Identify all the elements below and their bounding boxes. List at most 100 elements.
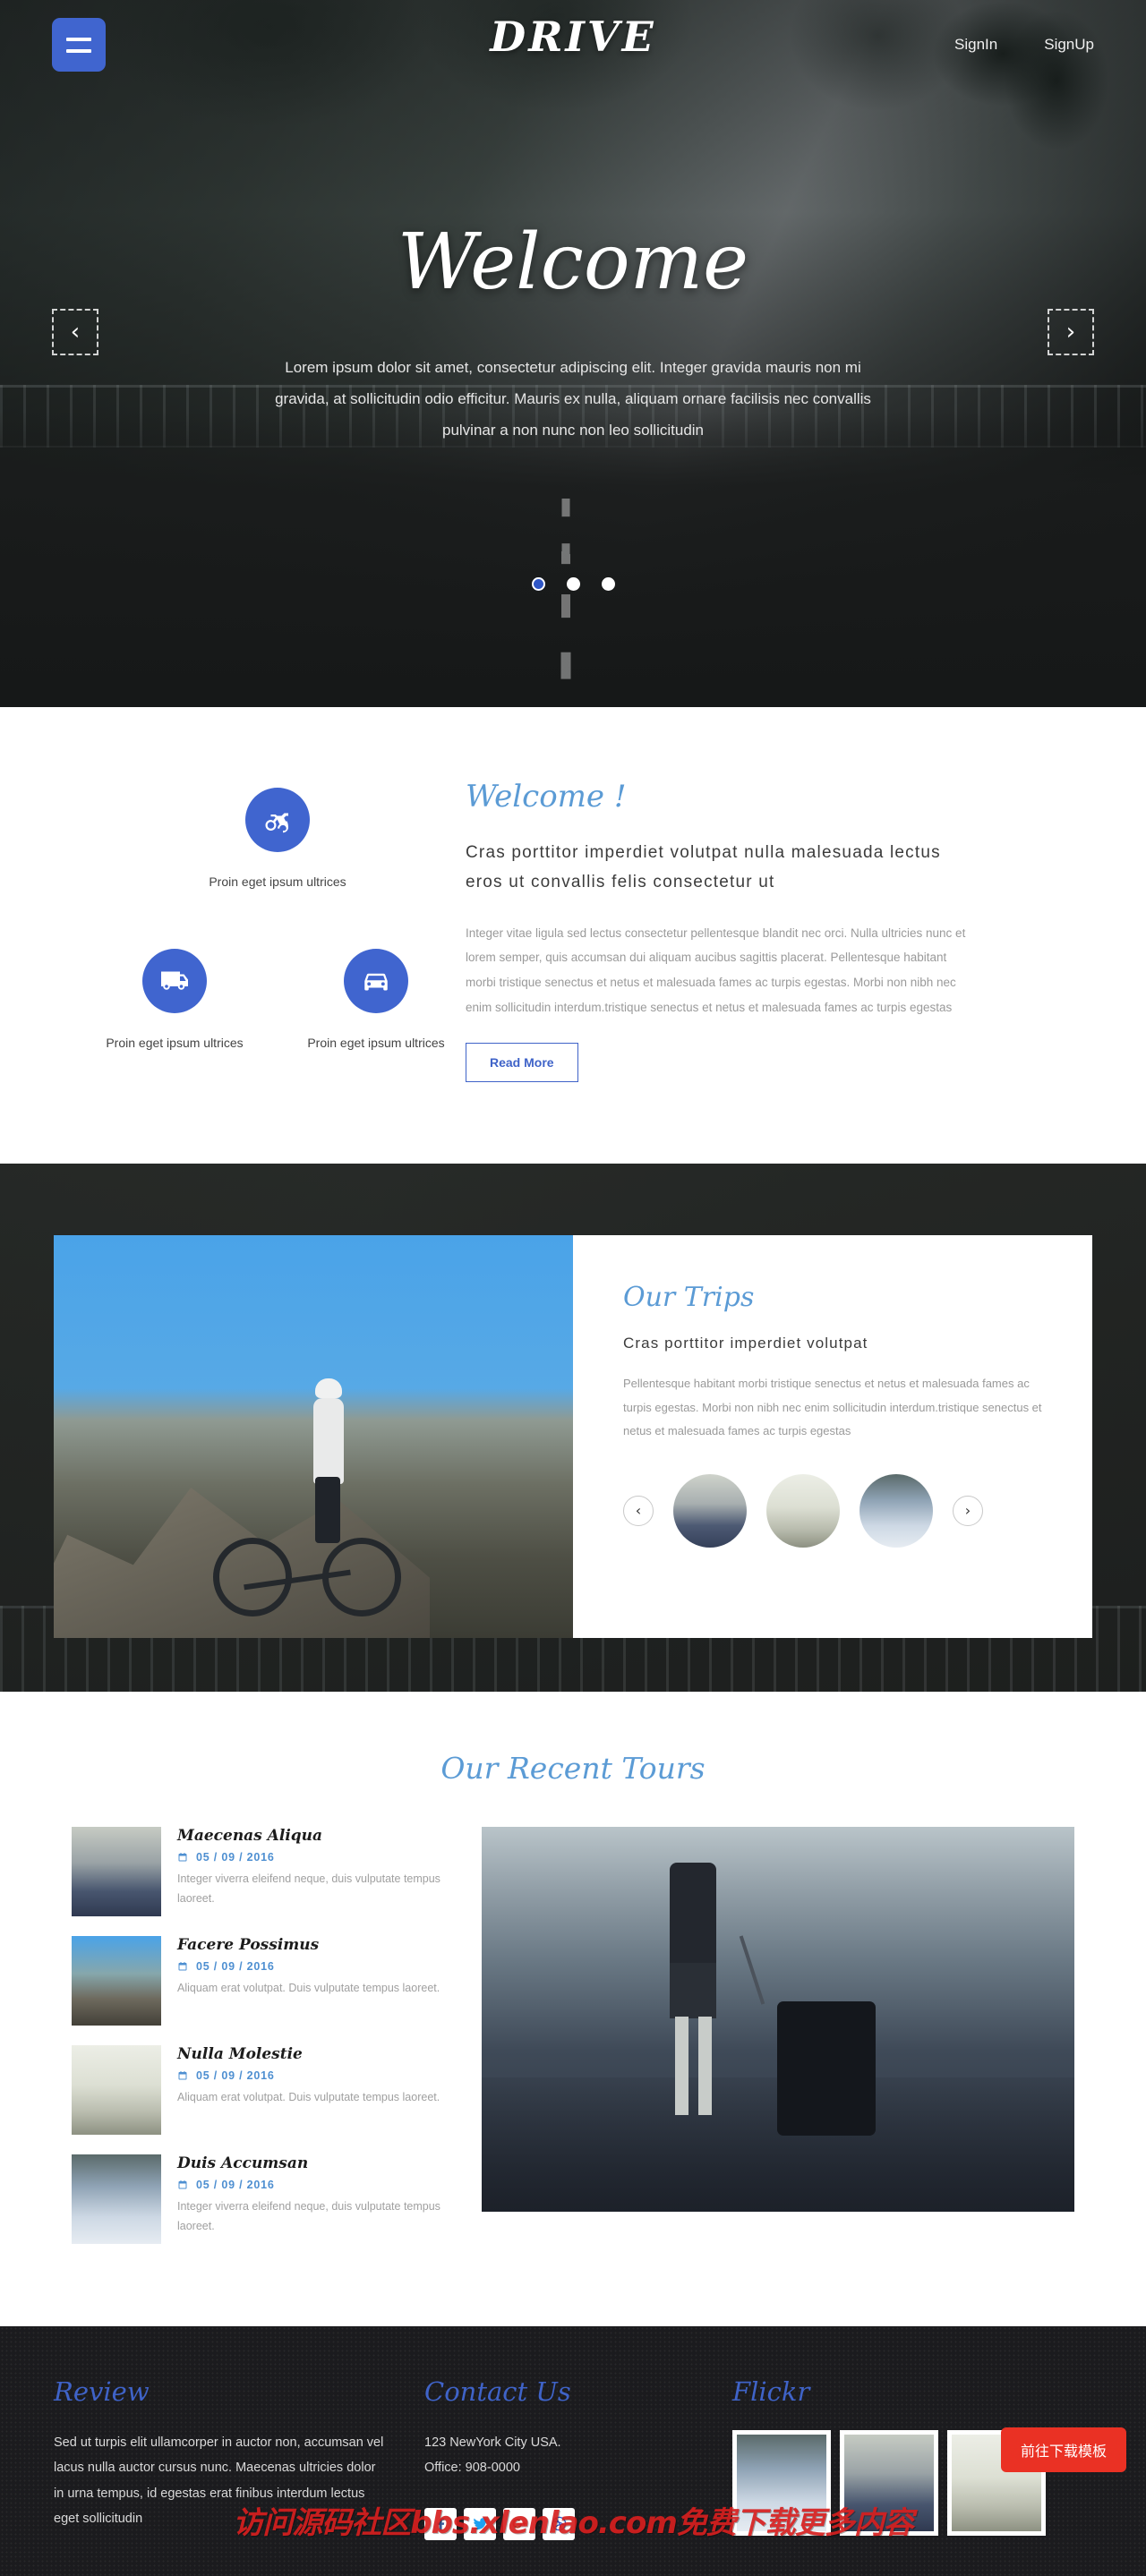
tour-date-text: 05 / 09 / 2016 bbox=[196, 2179, 275, 2191]
list-item[interactable]: Facere Possimus 05 / 09 / 2016 Aliquam e… bbox=[72, 1936, 448, 2026]
hero-dot-1[interactable] bbox=[531, 577, 545, 591]
feature-label-car: Proin eget ipsum ultrices bbox=[307, 1036, 445, 1050]
flickr-heading: Flickr bbox=[732, 2376, 810, 2407]
mountain-biker-photo bbox=[54, 1235, 573, 1638]
welcome-body: Integer vitae ligula sed lectus consecte… bbox=[466, 925, 966, 1014]
welcome-lead: Cras porttitor imperdiet volutpat nulla … bbox=[466, 843, 941, 892]
tour-date-text: 05 / 09 / 2016 bbox=[196, 1851, 275, 1864]
list-item[interactable]: Nulla Molestie 05 / 09 / 2016 Aliquam er… bbox=[72, 2045, 448, 2135]
list-item[interactable]: Maecenas Aliqua 05 / 09 / 2016 Integer v… bbox=[72, 1827, 448, 1916]
hero-subtitle: Lorem ipsum dolor sit amet, consectetur … bbox=[275, 359, 871, 439]
trips-content: Our Trips Cras porttitor imperdiet volut… bbox=[54, 1235, 1092, 1638]
dribbble-link[interactable] bbox=[543, 2507, 575, 2540]
footer-review-column: Review Sed ut turpis elit ullamcorper in… bbox=[54, 2376, 385, 2540]
truck-icon bbox=[142, 949, 207, 1013]
read-more-button[interactable]: Read More bbox=[466, 1043, 578, 1083]
hamburger-menu-button[interactable] bbox=[52, 18, 106, 72]
walker-torso bbox=[670, 1863, 716, 1970]
feature-item-truck[interactable]: Proin eget ipsum ultrices bbox=[90, 949, 260, 1053]
walking-figure bbox=[643, 1863, 750, 2131]
trips-prev-button[interactable]: ‹ bbox=[623, 1495, 654, 1526]
hero-prev-button[interactable]: ‹ bbox=[52, 309, 98, 355]
flickr-photo-snowmobile-riders[interactable] bbox=[732, 2430, 831, 2536]
tour-date-text: 05 / 09 / 2016 bbox=[196, 1960, 275, 1973]
top-navigation-bar: DRIVE SignIn SignUp bbox=[0, 0, 1146, 90]
google-plus-icon bbox=[511, 2518, 526, 2529]
trips-thumb-traveler-with-suitcase[interactable] bbox=[673, 1473, 747, 1548]
tour-date: 05 / 09 / 2016 bbox=[177, 2069, 440, 2082]
hero-title: Welcome bbox=[397, 218, 749, 307]
page-root: DRIVE SignIn SignUp ‹ › Welcome Lorem ip… bbox=[0, 0, 1146, 2576]
welcome-heading: Welcome ! bbox=[466, 779, 627, 815]
trips-subtitle: Cras porttitor imperdiet volutpat bbox=[623, 1335, 868, 1352]
footer: Review Sed ut turpis elit ullamcorper in… bbox=[0, 2326, 1146, 2576]
signin-link[interactable]: SignIn bbox=[954, 36, 997, 54]
hero-dot-2[interactable] bbox=[566, 577, 580, 591]
calendar-icon bbox=[178, 1962, 187, 1971]
trips-next-button[interactable]: › bbox=[953, 1495, 983, 1526]
feature-item-car[interactable]: Proin eget ipsum ultrices bbox=[291, 949, 461, 1053]
tour-date: 05 / 09 / 2016 bbox=[177, 1851, 448, 1864]
list-item[interactable]: Duis Accumsan 05 / 09 / 2016 Integer viv… bbox=[72, 2154, 448, 2244]
tour-thumbnail-snowmobile bbox=[72, 2154, 161, 2244]
tour-item-text: Nulla Molestie 05 / 09 / 2016 Aliquam er… bbox=[177, 2045, 440, 2135]
review-heading: Review bbox=[54, 2376, 150, 2407]
twitter-link[interactable] bbox=[464, 2507, 496, 2540]
facebook-icon bbox=[437, 2518, 444, 2531]
car-icon bbox=[344, 949, 408, 1013]
trips-body: Pellentesque habitant morbi tristique se… bbox=[623, 1377, 1042, 1438]
motorcycle-icon bbox=[245, 788, 310, 852]
cyclist-figure bbox=[278, 1378, 385, 1568]
tour-thumbnail-traveler bbox=[72, 1827, 161, 1916]
trips-heading: Our Trips bbox=[623, 1282, 755, 1313]
road-backdrop bbox=[0, 412, 1146, 707]
facebook-link[interactable] bbox=[424, 2507, 457, 2540]
calendar-icon bbox=[178, 2071, 187, 2080]
recent-tours-content: Maecenas Aliqua 05 / 09 / 2016 Integer v… bbox=[72, 1827, 1074, 2264]
tour-thumbnail-photographer bbox=[72, 2045, 161, 2135]
recent-tours-list: Maecenas Aliqua 05 / 09 / 2016 Integer v… bbox=[72, 1827, 448, 2264]
footer-columns: Review Sed ut turpis elit ullamcorper in… bbox=[54, 2376, 1092, 2540]
hero-content: Welcome Lorem ipsum dolor sit amet, cons… bbox=[0, 90, 1146, 447]
social-links bbox=[424, 2507, 693, 2540]
tour-description: Integer viverra eleifend neque, duis vul… bbox=[177, 2200, 440, 2232]
review-body: Sed ut turpis elit ullamcorper in auctor… bbox=[54, 2435, 384, 2526]
suitcase-body bbox=[777, 2001, 876, 2136]
dribbble-icon bbox=[552, 2516, 566, 2531]
calendar-icon bbox=[178, 1853, 187, 1862]
feature-label-truck: Proin eget ipsum ultrices bbox=[106, 1036, 244, 1050]
tour-description: Aliquam erat volutpat. Duis vulputate te… bbox=[177, 1982, 440, 1994]
hamburger-icon-bar-2 bbox=[66, 48, 91, 53]
recent-tours-heading: Our Recent Tours bbox=[440, 1751, 706, 1786]
feature-item-motorcycle[interactable]: Proin eget ipsum ultrices bbox=[192, 788, 363, 891]
hamburger-icon-bar-1 bbox=[66, 37, 91, 41]
trips-thumb-snowmobile-riders[interactable] bbox=[860, 1473, 933, 1548]
tour-item-text: Duis Accumsan 05 / 09 / 2016 Integer viv… bbox=[177, 2154, 448, 2244]
feature-label-motorcycle: Proin eget ipsum ultrices bbox=[209, 874, 346, 889]
tour-description: Integer viverra eleifend neque, duis vul… bbox=[177, 1872, 440, 1905]
tour-title: Nulla Molestie bbox=[177, 2045, 303, 2063]
tour-title: Facere Possimus bbox=[177, 1936, 320, 1954]
hero-next-button[interactable]: › bbox=[1048, 309, 1094, 355]
trips-thumb-photographer-in-hat[interactable] bbox=[766, 1473, 840, 1548]
cyclist-legs bbox=[315, 1477, 340, 1543]
google-plus-link[interactable] bbox=[503, 2507, 535, 2540]
hero-dot-3[interactable] bbox=[601, 577, 615, 591]
footer-contact-column: Contact Us 123 NewYork City USA. Office:… bbox=[424, 2376, 693, 2540]
tour-date: 05 / 09 / 2016 bbox=[177, 1960, 440, 1973]
walker-leg-right bbox=[698, 2017, 712, 2115]
walker-shorts bbox=[670, 1963, 716, 2018]
trips-section: Our Trips Cras porttitor imperdiet volut… bbox=[0, 1164, 1146, 1692]
tour-item-text: Facere Possimus 05 / 09 / 2016 Aliquam e… bbox=[177, 1936, 440, 2026]
recent-tours-feature-image bbox=[482, 1827, 1074, 2212]
trips-thumbnail-carousel: ‹ › bbox=[623, 1473, 1042, 1548]
signup-link[interactable]: SignUp bbox=[1044, 36, 1094, 54]
trips-card: Our Trips Cras porttitor imperdiet volut… bbox=[573, 1235, 1092, 1638]
cyclist-torso bbox=[313, 1398, 344, 1484]
hero-section: DRIVE SignIn SignUp ‹ › Welcome Lorem ip… bbox=[0, 0, 1146, 707]
download-template-button[interactable]: 前往下载模板 bbox=[1000, 2427, 1126, 2472]
tour-title: Maecenas Aliqua bbox=[177, 1827, 323, 1845]
flickr-photo-traveler-with-suitcase[interactable] bbox=[840, 2430, 938, 2536]
tour-item-text: Maecenas Aliqua 05 / 09 / 2016 Integer v… bbox=[177, 1827, 448, 1916]
tour-thumbnail-biker bbox=[72, 1936, 161, 2026]
